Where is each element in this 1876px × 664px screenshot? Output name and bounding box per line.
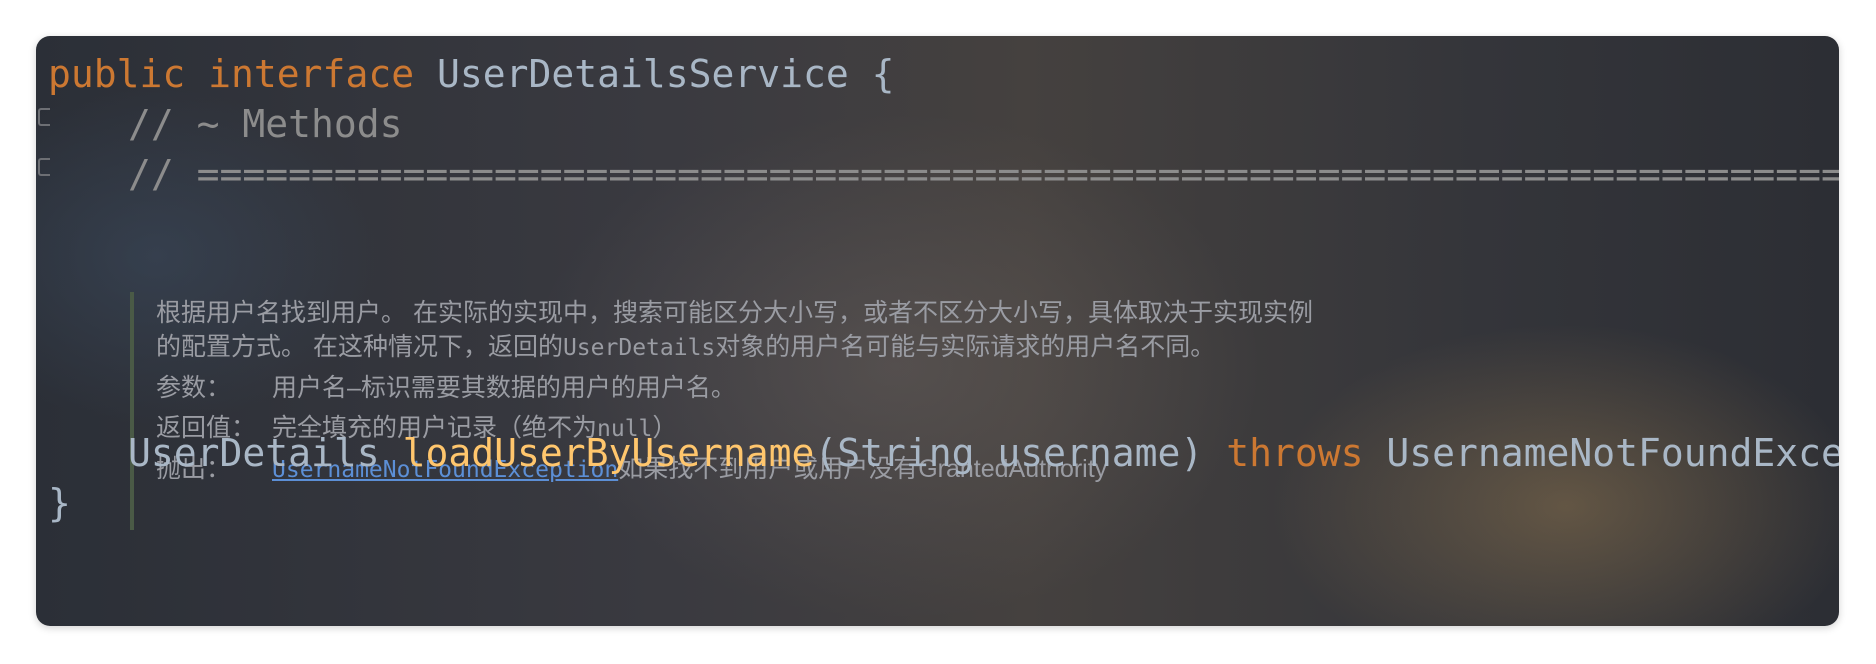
- desc-text: 的配置方式。 在这种情况下，返回的: [156, 333, 563, 361]
- rendered-javadoc: 根据用户名找到用户。 在实际的实现中，搜索可能区分大小写，或者不区分大小写，具体…: [130, 292, 1456, 530]
- keyword-throws: throws: [1226, 431, 1364, 475]
- separator-comment: // =====================================…: [128, 152, 1839, 196]
- interface-name[interactable]: UserDetailsService: [437, 52, 849, 96]
- fold-icon[interactable]: [38, 108, 50, 126]
- desc-code-userdetails: UserDetails: [562, 335, 716, 361]
- javadoc-params-row: 参数： 用户名–标识需要其数据的用户的用户名。: [156, 371, 1456, 405]
- javadoc-description-line-2: 的配置方式。 在这种情况下，返回的UserDetails对象的用户名可能与实际请…: [156, 330, 1456, 365]
- code-editor-window: public interface UserDetailsService { //…: [36, 36, 1839, 626]
- method-params: (String username): [814, 431, 1204, 475]
- methods-comment: // ~ Methods: [128, 102, 403, 146]
- javadoc-description: 根据用户名找到用户。 在实际的实现中，搜索可能区分大小写，或者不区分大小写，具体…: [156, 296, 1456, 365]
- close-brace: }: [48, 481, 71, 525]
- params-label: 参数：: [156, 374, 232, 402]
- javadoc-description-line-1: 根据用户名找到用户。 在实际的实现中，搜索可能区分大小写，或者不区分大小写，具体…: [156, 299, 1313, 327]
- desc-text-end: 对象的用户名可能与实际请求的用户名不同。: [715, 333, 1216, 361]
- keyword-interface: interface: [208, 52, 415, 96]
- interface-declaration-line: public interface UserDetailsService {: [48, 50, 895, 98]
- keyword-public: public: [48, 52, 186, 96]
- params-value: 用户名–标识需要其数据的用户的用户名。: [272, 374, 736, 402]
- method-name[interactable]: loadUserByUsername: [403, 431, 815, 475]
- fold-icon[interactable]: [38, 158, 50, 176]
- return-type[interactable]: UserDetails: [128, 431, 380, 475]
- open-brace: {: [871, 52, 895, 96]
- exception-type[interactable]: UsernameNotFoundException: [1386, 431, 1839, 475]
- method-signature-line: UserDetails loadUserByUsername(String us…: [128, 429, 1839, 477]
